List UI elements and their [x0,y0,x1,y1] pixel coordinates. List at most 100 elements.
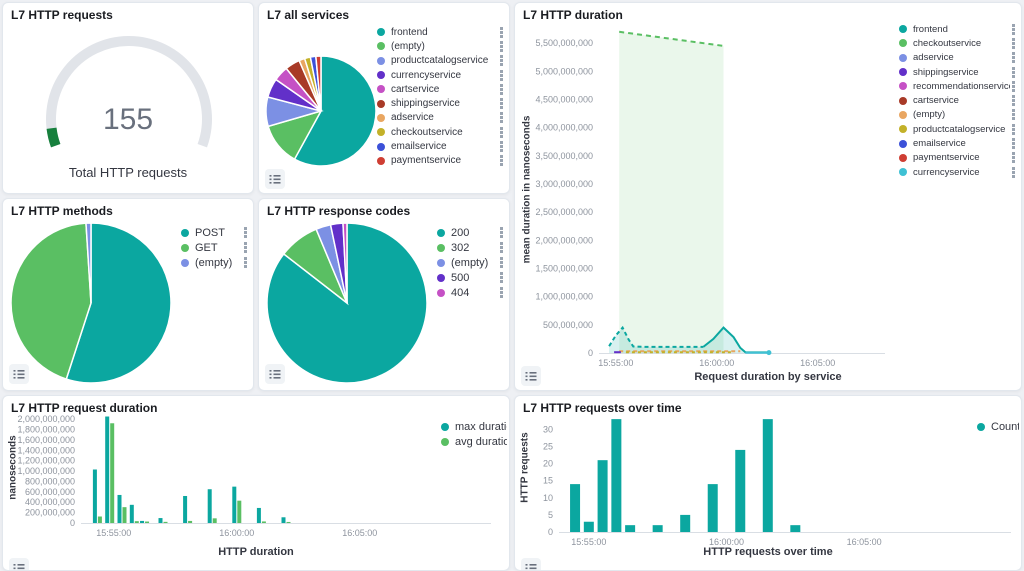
legend-item[interactable]: checkoutservice [899,36,1017,50]
legend-label: cartservice [391,84,498,95]
bar-avg [98,517,102,523]
legend-toggle-button[interactable] [9,558,29,571]
legend-item[interactable]: POST [181,225,249,240]
legend-item[interactable]: recommendationservice [899,79,1017,93]
legend-actions-icon[interactable] [1010,123,1017,136]
legend-item[interactable]: (empty) [181,255,249,270]
legend-item[interactable]: max duration [441,419,507,434]
legend-actions-icon[interactable] [242,226,249,239]
legend-actions-icon[interactable] [498,256,505,269]
legend-label: (empty) [391,41,498,52]
legend-actions-icon[interactable] [1010,80,1017,93]
bar-avg [110,423,114,523]
legend-item[interactable]: emailservice [377,139,505,153]
legend-color-dot [377,57,385,65]
legend-item[interactable]: productcatalogservice [899,122,1017,136]
legend-item[interactable]: 500 [437,270,505,285]
legend-item[interactable]: checkoutservice [377,125,505,139]
legend-item[interactable]: paymentservice [899,151,1017,165]
legend-item[interactable]: 302 [437,240,505,255]
svg-text:25: 25 [543,441,553,451]
legend-toggle-button[interactable] [9,364,29,384]
legend-actions-icon[interactable] [498,226,505,239]
svg-text:5,500,000,000: 5,500,000,000 [535,38,593,48]
legend-actions-icon[interactable] [1010,166,1017,179]
panel-requests-over-time: L7 HTTP requests over time 0510152025301… [514,395,1022,571]
legend-actions-icon[interactable] [498,271,505,284]
legend-label: POST [195,227,242,239]
legend-label: max duration [455,421,507,433]
bar-max [257,508,261,523]
bar-avg [145,522,149,523]
panel-title: L7 HTTP duration [523,8,623,22]
legend: frontendcheckoutserviceadserviceshipping… [899,22,1017,179]
legend-item[interactable]: frontend [899,22,1017,36]
legend-item[interactable]: frontend [377,25,505,39]
legend-actions-icon[interactable] [1010,108,1017,121]
legend-toggle-button[interactable] [265,169,285,189]
legend-actions-icon[interactable] [498,286,505,299]
legend-actions-icon[interactable] [498,54,505,67]
legend-toggle-button[interactable] [521,558,541,571]
legend-toggle-button[interactable] [521,366,541,386]
legend-color-dot [437,274,445,282]
legend-actions-icon[interactable] [498,154,505,167]
legend-actions-icon[interactable] [1010,151,1017,164]
legend-item[interactable]: Count [977,419,1019,434]
legend-item[interactable]: shippingservice [377,96,505,110]
legend-actions-icon[interactable] [498,111,505,124]
legend-item[interactable]: emailservice [899,136,1017,150]
legend-item[interactable]: adservice [899,51,1017,65]
legend-item[interactable]: currencyservice [377,68,505,82]
legend-item[interactable]: cartservice [377,82,505,96]
legend: max durationavg duration [441,419,507,449]
legend-actions-icon[interactable] [498,241,505,254]
legend-item[interactable]: 200 [437,225,505,240]
legend-item[interactable]: GET [181,240,249,255]
svg-text:16:05:00: 16:05:00 [342,528,377,538]
legend-actions-icon[interactable] [1010,94,1017,107]
legend-actions-icon[interactable] [242,241,249,254]
legend-actions-icon[interactable] [242,256,249,269]
legend-actions-icon[interactable] [1010,51,1017,64]
bar-count [653,525,663,532]
legend-actions-icon[interactable] [498,97,505,110]
legend-item[interactable]: paymentservice [377,154,505,168]
legend-label: 200 [451,227,498,239]
legend-color-dot [899,125,907,133]
legend-actions-icon[interactable] [1010,23,1017,36]
legend-actions-icon[interactable] [498,40,505,53]
legend-item[interactable]: (empty) [377,39,505,53]
legend-color-dot [377,85,385,93]
legend-actions-icon[interactable] [1010,37,1017,50]
legend-item[interactable]: adservice [377,111,505,125]
legend-color-dot [437,244,445,252]
bar-max [93,470,97,524]
svg-text:1,400,000,000: 1,400,000,000 [17,445,75,455]
legend-item[interactable]: shippingservice [899,65,1017,79]
legend-item[interactable]: productcatalogservice [377,54,505,68]
legend-item[interactable]: avg duration [441,434,507,449]
legend-actions-icon[interactable] [498,83,505,96]
dashboard: { "chart_data": [ { "id": "gauge", "type… [0,0,1024,571]
legend-color-dot [899,25,907,33]
legend-item[interactable]: currencyservice [899,165,1017,179]
legend-actions-icon[interactable] [498,26,505,39]
legend-actions-icon[interactable] [1010,137,1017,150]
legend-label: frontend [913,24,1010,35]
legend-list-icon [269,173,281,185]
legend-actions-icon[interactable] [498,126,505,139]
svg-text:1,000,000,000: 1,000,000,000 [17,466,75,476]
legend-toggle-button[interactable] [265,364,285,384]
legend-item[interactable]: (empty) [899,108,1017,122]
panel-title: L7 HTTP methods [11,204,113,218]
bar-avg [287,522,291,523]
legend: 200302(empty)500404 [437,225,505,300]
legend-item[interactable]: 404 [437,285,505,300]
legend-actions-icon[interactable] [498,140,505,153]
legend-item[interactable]: (empty) [437,255,505,270]
legend-item[interactable]: cartservice [899,93,1017,107]
legend-actions-icon[interactable] [1010,66,1017,79]
legend-actions-icon[interactable] [498,69,505,82]
legend-color-dot [441,438,449,446]
